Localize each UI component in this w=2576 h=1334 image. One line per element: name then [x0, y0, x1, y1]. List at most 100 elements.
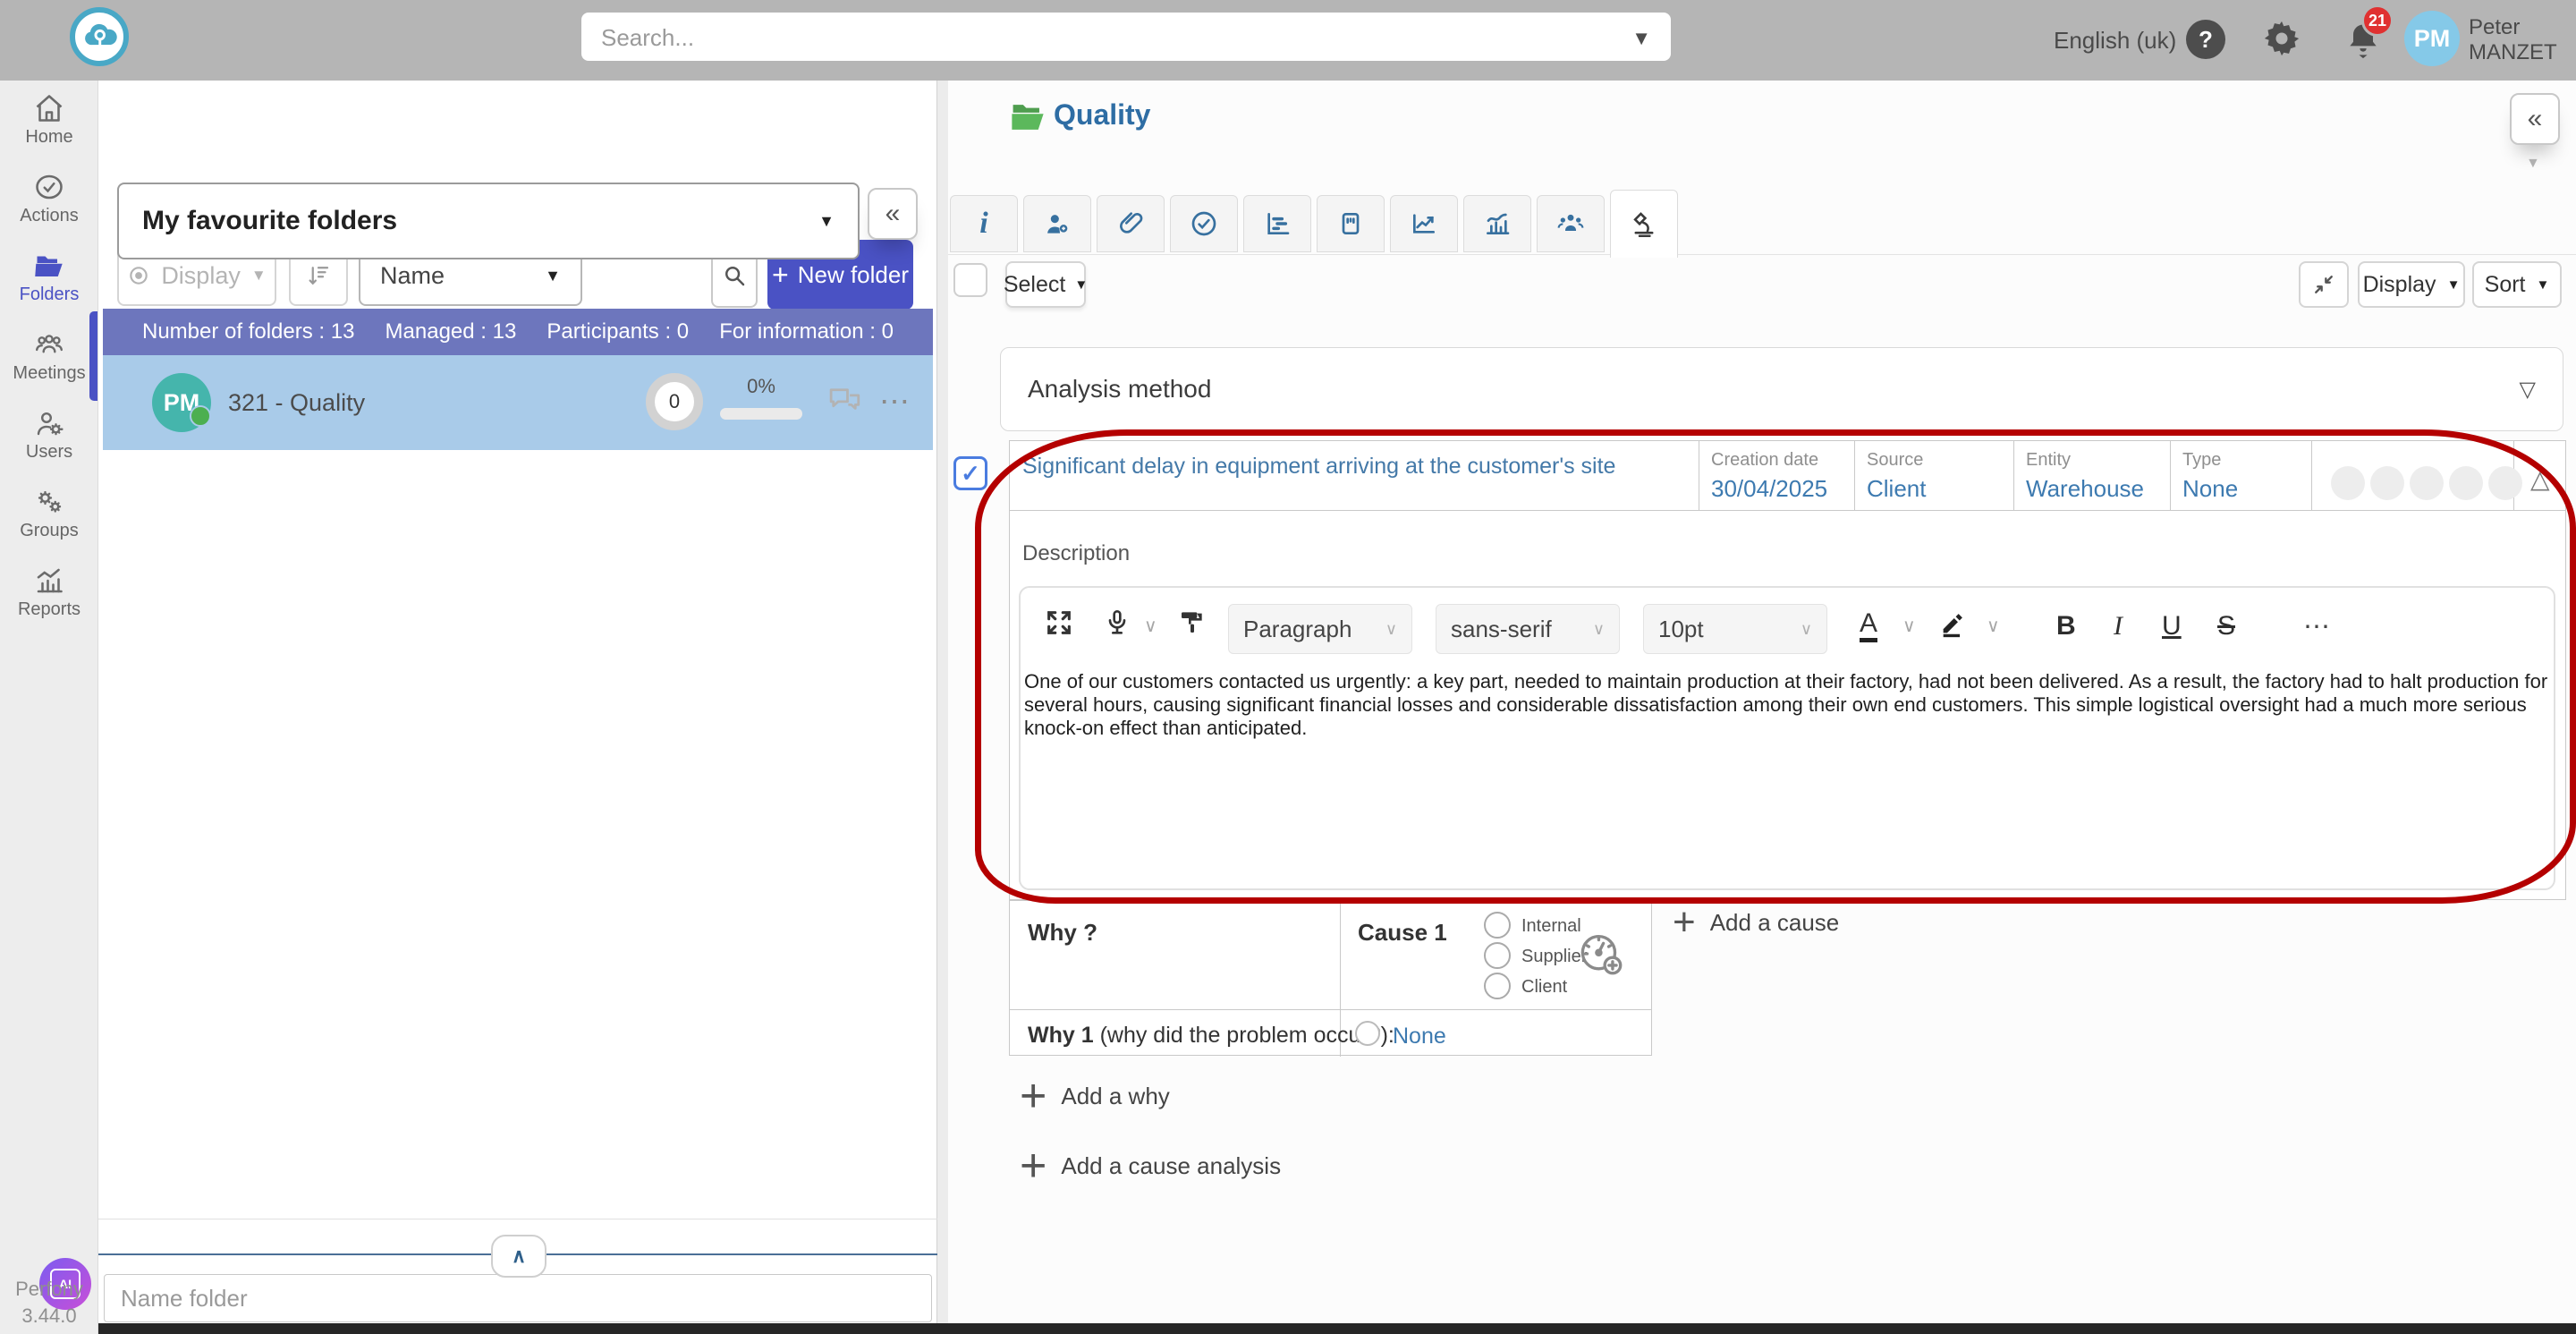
source-value[interactable]: Client [1867, 475, 1926, 503]
tab-notes[interactable] [1317, 195, 1385, 252]
font-family-select[interactable]: sans-serif∨ [1436, 604, 1620, 654]
add-cause-analysis-button[interactable]: + Add a cause analysis [1020, 1151, 1281, 1181]
problem-title-link[interactable]: Significant delay in equipment arriving … [1022, 454, 1675, 480]
compress-rows-button[interactable] [2299, 261, 2349, 308]
mic-options-caret[interactable]: ∨ [1144, 615, 1157, 637]
font-color-button[interactable]: A [1860, 609, 1877, 642]
chat-bubbles-icon[interactable] [826, 382, 863, 420]
strikethrough-button[interactable]: S [2217, 611, 2235, 642]
chevron-down-icon: ▼ [2526, 156, 2540, 172]
why1-none-radio[interactable] [1355, 1021, 1380, 1046]
nav-reports[interactable]: Reports [0, 565, 98, 620]
tab-statistics[interactable] [1463, 195, 1531, 252]
rating-dot[interactable] [2488, 466, 2522, 500]
search-input[interactable] [599, 13, 1614, 63]
description-label: Description [1022, 541, 1130, 566]
italic-button[interactable]: I [2114, 611, 2123, 642]
help-icon[interactable]: ? [2186, 20, 2225, 59]
stat-number-of-folders: Number of folders : 13 [142, 319, 354, 344]
problem-checkbox[interactable]: ✓ [953, 456, 987, 490]
user-avatar[interactable]: PM [2404, 11, 2460, 66]
rating-dot[interactable] [2370, 466, 2404, 500]
underline-button[interactable]: U [2162, 611, 2182, 642]
language-selector[interactable]: English (uk) [2054, 27, 2176, 55]
nav-home[interactable]: Home [0, 92, 98, 148]
tab-meetings[interactable] [1537, 195, 1605, 252]
paragraph-style-select[interactable]: Paragraph∨ [1228, 604, 1412, 654]
nav-users[interactable]: Users [0, 407, 98, 463]
select-all-checkbox[interactable] [953, 263, 987, 297]
plus-icon: + [1673, 907, 1696, 938]
cause-internal-radio[interactable] [1484, 912, 1511, 939]
nav-folders[interactable]: Folders [0, 250, 98, 305]
creation-date-value[interactable]: 30/04/2025 [1711, 475, 1827, 503]
folder-more-menu[interactable]: ⋯ [879, 384, 913, 420]
select-dropdown-button[interactable]: Select ▼ [1005, 261, 1086, 308]
type-value[interactable]: None [2182, 475, 2238, 503]
chevron-down-icon: ∨ [1385, 620, 1397, 639]
folder-name[interactable]: 321 - Quality [228, 389, 365, 417]
favourite-folders-dropdown[interactable]: My favourite folders ▼ [117, 183, 860, 259]
collapse-arrows-icon [2311, 272, 2336, 297]
chevron-down-icon: ▼ [2447, 277, 2461, 293]
entity-value[interactable]: Warehouse [2026, 475, 2144, 503]
more-tools-button[interactable]: ⋯ [2303, 611, 2333, 642]
highlight-pen-icon[interactable] [1938, 608, 1969, 638]
nav-actions[interactable]: Actions [0, 171, 98, 226]
check-circle-icon [1190, 209, 1218, 238]
microphone-icon[interactable] [1103, 608, 1131, 638]
format-painter-icon[interactable] [1178, 608, 1207, 636]
tab-analysis[interactable] [1610, 190, 1678, 258]
chevron-down-icon: ▼ [545, 267, 561, 285]
cause-supplier-radio[interactable] [1484, 942, 1511, 969]
rating-dot[interactable] [2410, 466, 2444, 500]
search-scope-caret-icon[interactable]: ▼ [1631, 27, 1651, 50]
display-options-button[interactable]: Display ▼ [2358, 261, 2465, 308]
nav-groups[interactable]: Groups [0, 486, 98, 541]
add-cause-button[interactable]: + Add a cause [1673, 907, 1839, 938]
tab-members[interactable] [1023, 195, 1091, 252]
sort-amount-icon [305, 262, 332, 289]
cause-client-radio[interactable] [1484, 973, 1511, 999]
rating-dot[interactable] [2331, 466, 2365, 500]
chevron-down-icon: ▼ [251, 267, 267, 285]
why1-none-value[interactable]: None [1393, 1024, 1446, 1049]
settings-gear-icon[interactable] [2261, 18, 2302, 59]
tab-planning[interactable] [1243, 195, 1311, 252]
chevron-down-icon: ▼ [1074, 277, 1088, 293]
highlight-caret[interactable]: ∨ [1987, 615, 2000, 637]
collapse-left-panel-button[interactable]: « [868, 188, 918, 240]
cause-header: Cause 1 [1358, 919, 1447, 947]
tab-tasks[interactable] [1170, 195, 1238, 252]
tab-trend[interactable] [1390, 195, 1458, 252]
info-icon: i [979, 207, 987, 241]
creation-date-label: Creation date [1711, 450, 1818, 471]
tab-attachments[interactable] [1097, 195, 1165, 252]
nav-rail: Home Actions Folders Meetings Users [0, 81, 98, 1334]
fullscreen-icon[interactable] [1044, 608, 1074, 638]
tab-info[interactable]: i [950, 195, 1018, 252]
reports-icon [33, 565, 65, 597]
rating-dot[interactable] [2449, 466, 2483, 500]
display-icon [127, 264, 150, 287]
impact-gauge-icon[interactable] [1573, 926, 1629, 981]
meetings-icon [33, 328, 65, 361]
sort-options-button[interactable]: Sort ▼ [2472, 261, 2562, 308]
analysis-method-header[interactable]: Analysis method ▽ [1000, 347, 2563, 431]
collapse-new-folder-button[interactable]: ∧ [491, 1235, 547, 1278]
collapse-main-panel-button[interactable]: « [2510, 93, 2560, 145]
nav-meetings[interactable]: Meetings [0, 328, 98, 384]
folders-icon [33, 250, 65, 282]
collapse-problem-icon[interactable]: △ [2530, 464, 2550, 494]
folder-list-item[interactable]: PM 321 - Quality 0 0% ⋯ [103, 355, 933, 450]
font-color-caret[interactable]: ∨ [1902, 615, 1916, 637]
bold-button[interactable]: B [2056, 611, 2076, 642]
gantt-icon [1263, 209, 1292, 238]
chevron-down-icon: ▼ [818, 212, 835, 231]
description-text[interactable]: One of our customers contacted us urgent… [1024, 670, 2550, 740]
name-folder-input[interactable] [104, 1274, 932, 1322]
people-group-icon [1556, 209, 1585, 238]
add-why-button[interactable]: + Add a why [1020, 1081, 1170, 1111]
font-size-select[interactable]: 10pt∨ [1643, 604, 1827, 654]
perfony-logo[interactable] [70, 7, 129, 66]
